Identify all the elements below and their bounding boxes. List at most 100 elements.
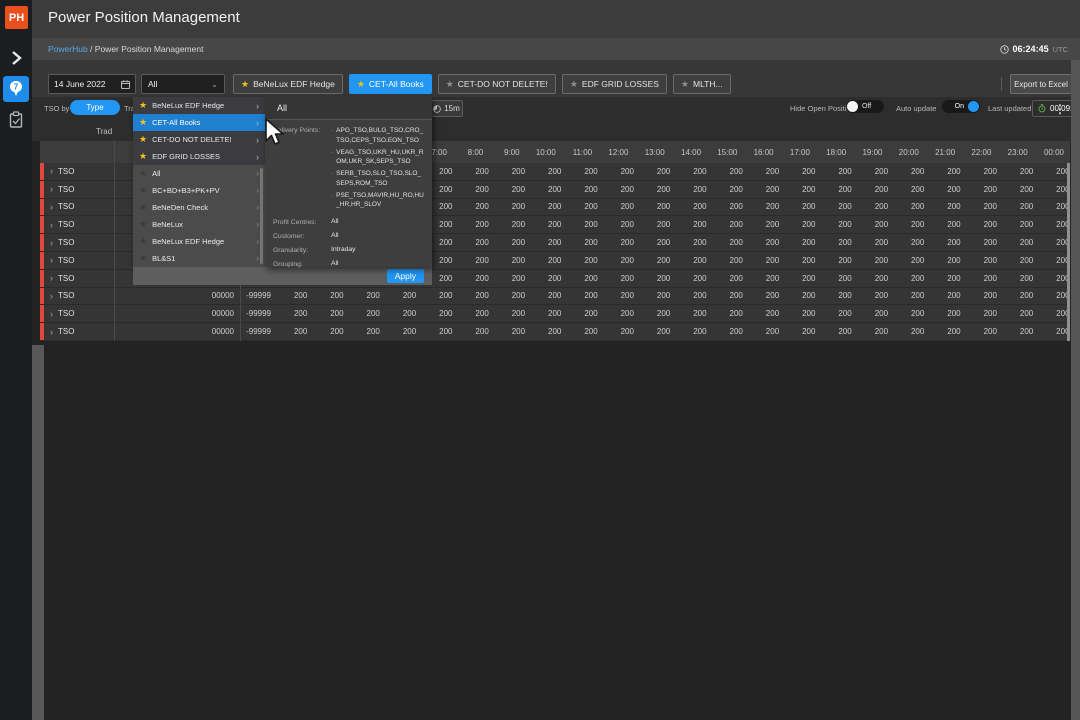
favorite-filter-button[interactable]: ★CET-All Books	[349, 74, 432, 94]
menu-book-item[interactable]: ★BeNeDen Check›	[133, 199, 265, 216]
row-expander-cell[interactable]: ›TSO	[44, 202, 114, 212]
granularity-15m-chip[interactable]: 15m	[430, 100, 463, 117]
sidebar-item-reports[interactable]	[0, 106, 32, 134]
book-summary-flyout: All Delivery Points: ·APG_TSO,BULG_TSO,C…	[265, 97, 432, 267]
menu-item-label: BeNeLux EDF Hedge	[152, 101, 251, 110]
hour-value-cell: 200	[676, 220, 712, 229]
hour-value-cell: 200	[531, 309, 567, 318]
menu-book-item[interactable]: ★BL&S1›	[133, 250, 265, 267]
menu-book-item[interactable]: ★BeNeLux›	[133, 216, 265, 233]
hour-value-cell: 200	[531, 220, 567, 229]
menu-book-item[interactable]: ★BC+BD+B3+PK+PV›	[133, 182, 265, 199]
hour-value-cell: 200	[422, 291, 458, 300]
delivery-points-text: APG_TSO,BULG_TSO,CRO_TSO,CEPS_TSO,EON_TS…	[336, 126, 424, 146]
trade-date-picker[interactable]: 14 June 2022	[48, 74, 136, 94]
hour-value-cell: 200	[821, 238, 857, 247]
row-expander-cell[interactable]: › TSO	[44, 238, 114, 248]
row-expander-cell[interactable]: ›TSO	[44, 255, 114, 265]
hour-value-cell: 200	[567, 202, 603, 211]
menu-favorite-item[interactable]: ★CET-All Books›	[133, 114, 265, 131]
hour-value-cell: 200	[749, 238, 785, 247]
favorite-filter-button[interactable]: ★MLTH...	[673, 74, 731, 94]
toggle-state: On	[955, 103, 964, 110]
hour-value-cell: 200	[930, 167, 966, 176]
hour-value-cell: 200	[350, 309, 386, 318]
export-to-excel-button[interactable]: Export to Excel	[1010, 74, 1072, 94]
hour-value-cell: 200	[785, 256, 821, 265]
tso-by-trader-option[interactable]: Tra	[124, 100, 133, 117]
hour-value-cell: 200	[785, 309, 821, 318]
hour-column-header: 17:00	[780, 148, 816, 157]
hour-value-cell: 200	[1003, 309, 1039, 318]
hour-value-cell: 200	[821, 202, 857, 211]
row-expander-cell[interactable]: ›TSO	[44, 166, 114, 176]
menu-favorite-item[interactable]: ★BeNeLux EDF Hedge›	[133, 97, 265, 114]
row-expander-cell[interactable]: ›TSO	[44, 184, 114, 194]
hour-value-cell: 200	[531, 327, 567, 336]
tso-by-type-toggle[interactable]: Type	[70, 100, 120, 115]
chevron-right-icon	[9, 50, 23, 66]
hide-open-positions-toggle[interactable]: Off	[846, 100, 884, 113]
mouse-cursor	[262, 117, 284, 147]
menu-item-label: BC+BD+B3+PK+PV	[152, 186, 251, 195]
expand-chevron-icon: ›	[50, 184, 53, 194]
menu-favorite-item[interactable]: ★EDF GRID LOSSES›	[133, 148, 265, 165]
row-expander-cell[interactable]: ›TSO	[44, 327, 114, 337]
row-label: TSO	[58, 202, 74, 211]
favorite-label: CET-All Books	[369, 79, 424, 89]
collapsed-panel-strip[interactable]	[32, 345, 44, 720]
book-select-dropdown[interactable]: All ⌄	[141, 74, 225, 94]
chevron-right-icon: ›	[256, 220, 259, 229]
more-options-kebab[interactable]: ⋮	[1054, 100, 1066, 117]
favorite-filter-button[interactable]: ★CET-DO NOT DELETE!	[438, 74, 556, 94]
row-expander-cell[interactable]: ›TSO	[44, 291, 114, 301]
favorite-filter-button[interactable]: ★BeNeLux EDF Hedge	[233, 74, 343, 94]
hour-value-cell: 200	[967, 309, 1003, 318]
hour-column-header: 16:00	[743, 148, 779, 157]
table-scrollbar-thumb[interactable]	[1067, 163, 1070, 341]
menu-scrollbar-thumb[interactable]	[260, 168, 263, 264]
table-row[interactable]: ›TSO00000-999992002002002002002002002002…	[40, 323, 1070, 341]
sidebar-item-positions-active[interactable]: 7	[3, 76, 29, 102]
expand-sidebar-button[interactable]	[0, 44, 32, 72]
hour-value-cell: 200	[350, 327, 386, 336]
hour-value-cell: 200	[858, 309, 894, 318]
favorite-filter-button[interactable]: ★EDF GRID LOSSES	[562, 74, 667, 94]
star-icon: ★	[139, 254, 147, 263]
hour-value-cell: 200	[604, 256, 640, 265]
row-expander-cell[interactable]: ›TSO	[44, 273, 114, 283]
expand-chevron-icon: ›	[50, 238, 53, 248]
hour-column-header: 9:00	[489, 148, 525, 157]
clipboard-icon	[8, 111, 24, 129]
hour-value-cell: 200	[967, 291, 1003, 300]
toolbar-divider	[1001, 77, 1002, 91]
flyout-fields: Profit Centres:AllCustomer:AllGranularit…	[273, 218, 424, 268]
clock-icon	[433, 105, 441, 113]
toggle-state: Off	[862, 103, 871, 110]
table-row[interactable]: ›TSO00000-999992002002002002002002002002…	[40, 288, 1070, 306]
open-position-cell: 00000	[114, 309, 240, 318]
breadcrumb-root-link[interactable]: PowerHub	[48, 44, 88, 54]
hour-value-cell: 200	[749, 309, 785, 318]
row-label: TSO	[58, 238, 74, 247]
table-row[interactable]: ›TSO00000-999992002002002002002002002002…	[40, 305, 1070, 323]
stopwatch-icon	[1038, 104, 1046, 113]
hour-value-cell: 200	[1003, 291, 1039, 300]
hour-value-cell: 200	[821, 309, 857, 318]
hour-value-cell: 200	[640, 220, 676, 229]
row-expander-cell[interactable]: ›TSO	[44, 309, 114, 319]
auto-update-toggle[interactable]: On	[942, 100, 980, 113]
hour-value-cell: 200	[676, 185, 712, 194]
hour-value-cell: 200	[640, 309, 676, 318]
hour-value-cell: 200	[749, 220, 785, 229]
hour-value-cell: 200	[604, 167, 640, 176]
field-label: Granularity:	[273, 246, 331, 254]
menu-book-item[interactable]: ★All›	[133, 165, 265, 182]
hour-value-cell: 200	[894, 202, 930, 211]
menu-favorite-item[interactable]: ★CET-DO NOT DELETE!›	[133, 131, 265, 148]
row-expander-cell[interactable]: ›TSO	[44, 220, 114, 230]
chevron-right-icon: ›	[256, 186, 259, 195]
menu-book-item[interactable]: ★BeNeLux EDF Hedge›	[133, 233, 265, 250]
hour-value-cell: 200	[350, 291, 386, 300]
vertical-scrollbar[interactable]	[1071, 60, 1080, 720]
